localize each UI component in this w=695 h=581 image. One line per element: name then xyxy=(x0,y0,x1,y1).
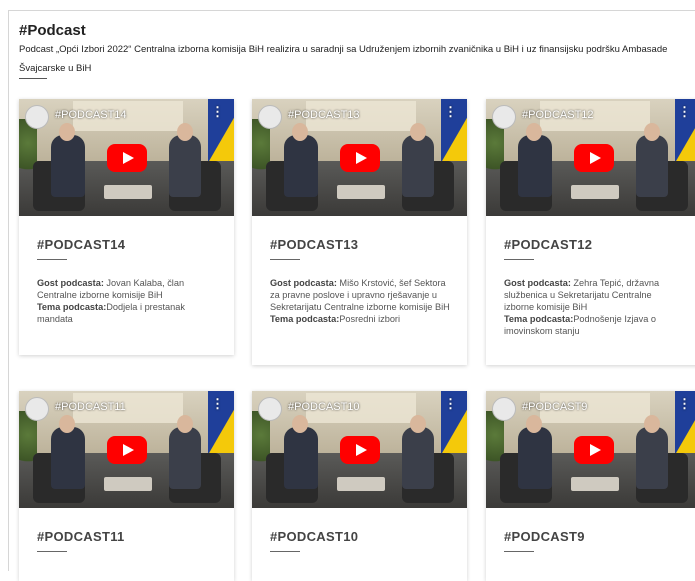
channel-avatar-icon[interactable] xyxy=(258,105,282,129)
video-thumbnail[interactable]: #PODCAST14 ⋮ xyxy=(19,99,234,216)
card-divider xyxy=(270,551,300,552)
card-divider xyxy=(504,259,534,260)
card-title: #PODCAST13 xyxy=(270,237,359,252)
video-title[interactable]: #PODCAST13 xyxy=(288,109,360,121)
youtube-play-icon[interactable] xyxy=(574,436,614,464)
card-divider xyxy=(270,259,300,260)
more-vertical-icon[interactable]: ⋮ xyxy=(678,105,691,118)
youtube-play-icon[interactable] xyxy=(107,436,147,464)
youtube-play-icon[interactable] xyxy=(107,144,147,172)
card-divider xyxy=(37,551,67,552)
video-thumbnail[interactable]: #PODCAST9 ⋮ xyxy=(486,391,695,508)
guest-label: Gost podcasta: xyxy=(270,278,337,288)
topic-label: Tema podcasta: xyxy=(270,314,340,324)
page-description: Podcast „Opći Izbori 2022“ Centralna izb… xyxy=(19,44,668,74)
card-description: Gost podcasta: Mišo Krstović, šef Sektor… xyxy=(270,277,450,325)
card-title: #PODCAST9 xyxy=(504,529,585,544)
video-title[interactable]: #PODCAST11 xyxy=(55,401,126,413)
topic-label: Tema podcasta: xyxy=(504,314,574,324)
podcast-card[interactable]: #PODCAST10 ⋮ #PODCAST10 xyxy=(252,391,467,581)
podcast-card[interactable]: #PODCAST12 ⋮ #PODCAST12 Gost podcasta: Z… xyxy=(486,99,695,365)
podcast-card[interactable]: #PODCAST9 ⋮ #PODCAST9 xyxy=(486,391,695,581)
card-divider xyxy=(504,551,534,552)
video-thumbnail[interactable]: #PODCAST10 ⋮ xyxy=(252,391,467,508)
video-title[interactable]: #PODCAST10 xyxy=(288,401,360,413)
card-divider xyxy=(37,259,67,260)
youtube-play-icon[interactable] xyxy=(574,144,614,172)
video-thumbnail[interactable]: #PODCAST11 ⋮ xyxy=(19,391,234,508)
card-description: Gost podcasta: Jovan Kalaba, član Centra… xyxy=(37,277,217,325)
card-description: Gost podcasta: Zehra Tepić, državna služ… xyxy=(504,277,684,337)
video-title[interactable]: #PODCAST12 xyxy=(522,109,594,121)
more-vertical-icon[interactable]: ⋮ xyxy=(444,397,457,410)
card-title: #PODCAST10 xyxy=(270,529,359,544)
channel-avatar-icon[interactable] xyxy=(492,105,516,129)
podcast-card[interactable]: #PODCAST14 ⋮ #PODCAST14 Gost podcasta: J… xyxy=(19,99,234,355)
topic-text: Posredni izbori xyxy=(339,314,401,324)
title-divider xyxy=(19,78,47,79)
youtube-play-icon[interactable] xyxy=(340,144,380,172)
page-title: #Podcast xyxy=(19,22,86,39)
card-title: #PODCAST12 xyxy=(504,237,593,252)
channel-avatar-icon[interactable] xyxy=(258,397,282,421)
video-thumbnail[interactable]: #PODCAST13 ⋮ xyxy=(252,99,467,216)
topic-label: Tema podcasta: xyxy=(37,302,107,312)
channel-avatar-icon[interactable] xyxy=(25,105,49,129)
more-vertical-icon[interactable]: ⋮ xyxy=(211,105,224,118)
more-vertical-icon[interactable]: ⋮ xyxy=(211,397,224,410)
podcast-card[interactable]: #PODCAST11 ⋮ #PODCAST11 xyxy=(19,391,234,581)
video-thumbnail[interactable]: #PODCAST12 ⋮ xyxy=(486,99,695,216)
channel-avatar-icon[interactable] xyxy=(492,397,516,421)
youtube-play-icon[interactable] xyxy=(340,436,380,464)
more-vertical-icon[interactable]: ⋮ xyxy=(444,105,457,118)
guest-label: Gost podcasta: xyxy=(504,278,571,288)
card-title: #PODCAST14 xyxy=(37,237,126,252)
card-title: #PODCAST11 xyxy=(37,529,125,544)
guest-label: Gost podcasta: xyxy=(37,278,104,288)
video-title[interactable]: #PODCAST14 xyxy=(55,109,127,121)
video-title[interactable]: #PODCAST9 xyxy=(522,401,587,413)
channel-avatar-icon[interactable] xyxy=(25,397,49,421)
podcast-card[interactable]: #PODCAST13 ⋮ #PODCAST13 Gost podcasta: M… xyxy=(252,99,467,365)
more-vertical-icon[interactable]: ⋮ xyxy=(678,397,691,410)
